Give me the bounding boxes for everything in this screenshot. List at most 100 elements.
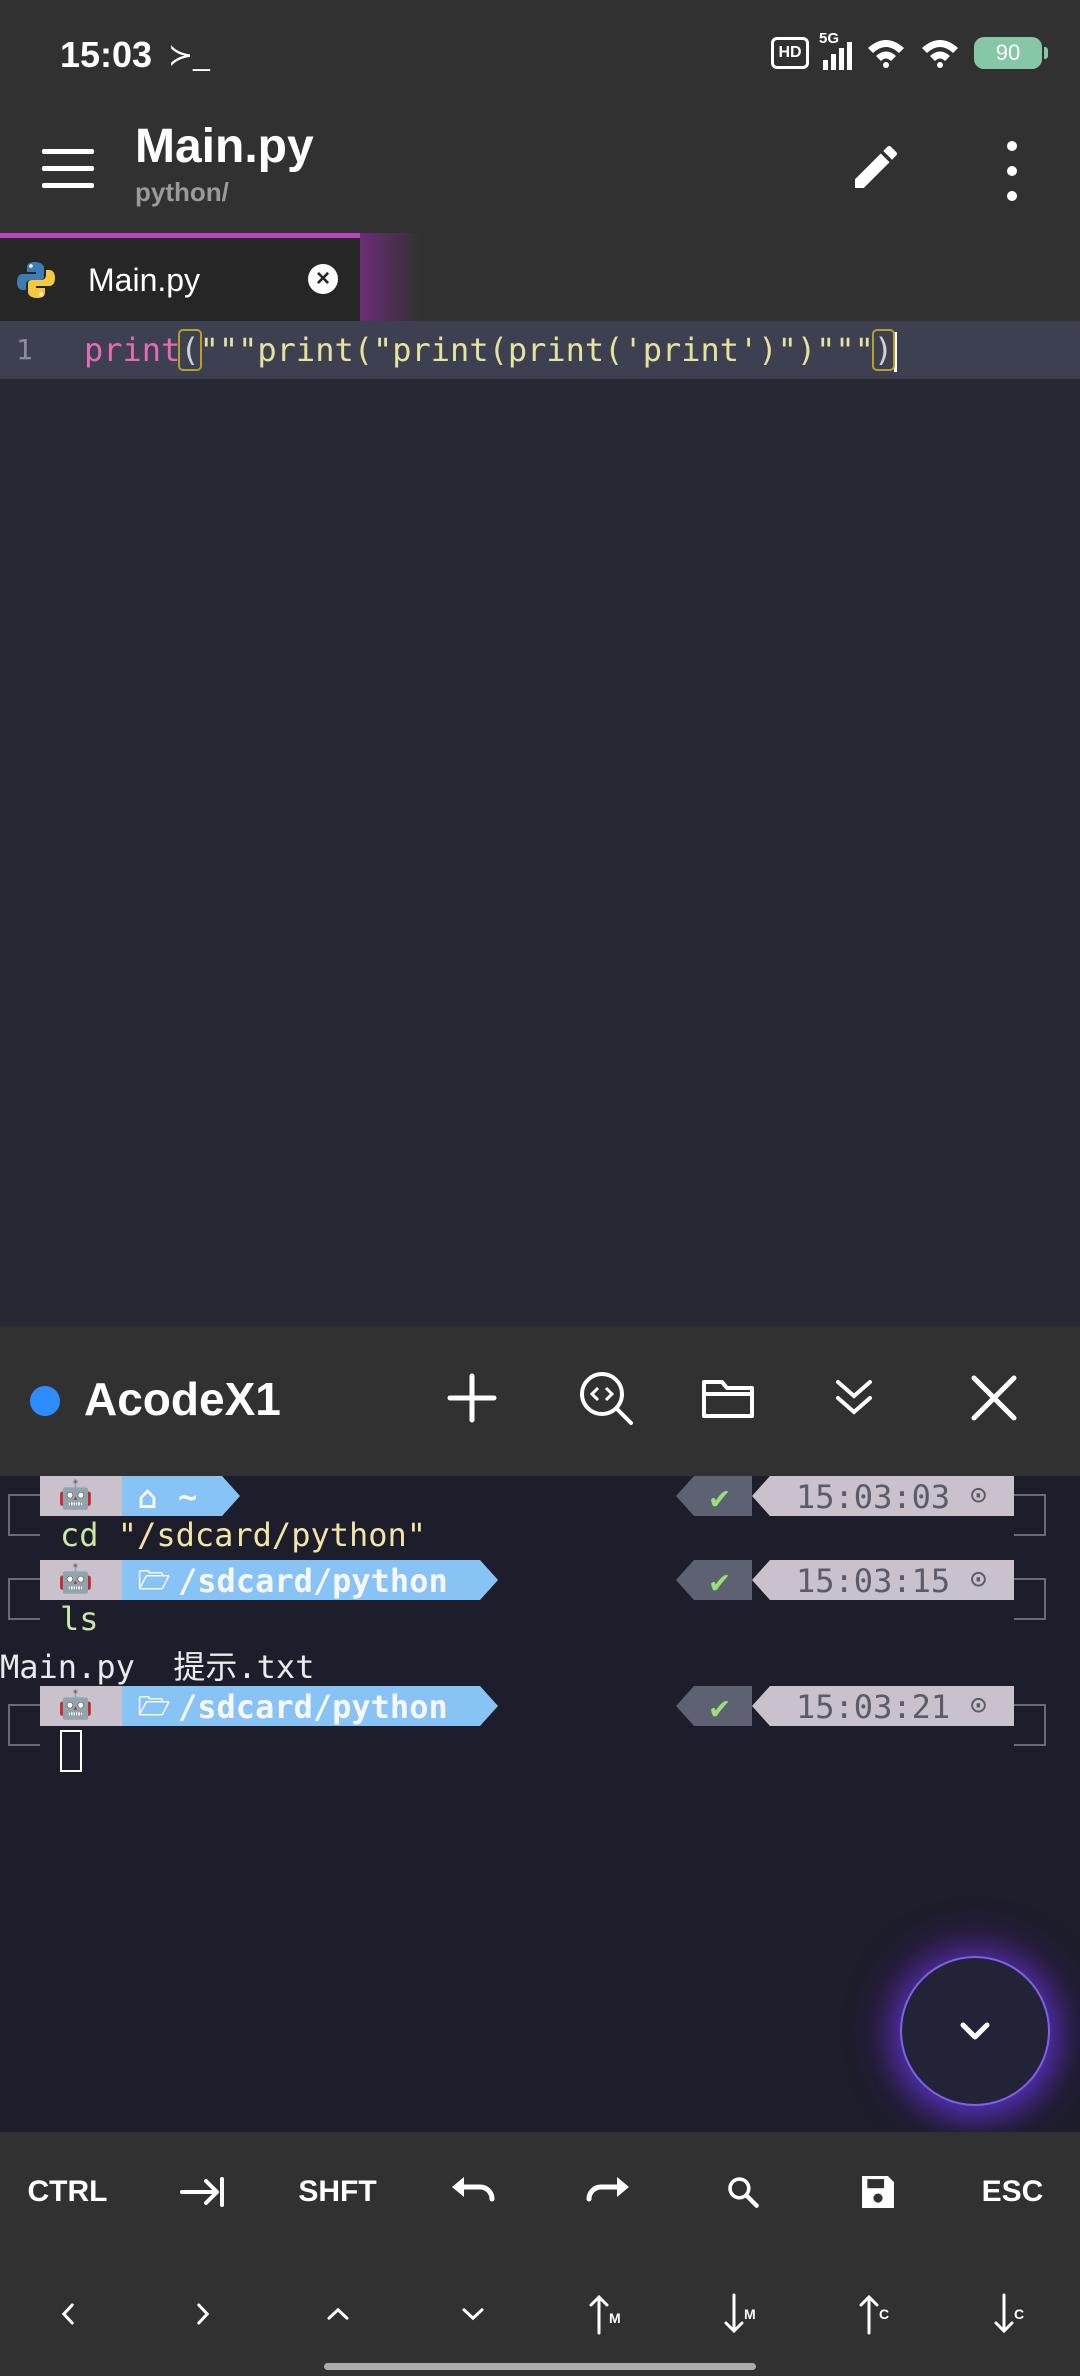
- prompt-path-segment: 🗁 /sdcard/python: [122, 1686, 480, 1726]
- prompt-time-segment: 15:03:21 ⊙: [770, 1686, 1014, 1726]
- arrow-right-key[interactable]: [135, 2254, 270, 2374]
- scroll-down-button[interactable]: [900, 1956, 1050, 2106]
- copy-down-icon: C: [994, 2293, 1024, 2334]
- copy-line-down-key[interactable]: C: [945, 2254, 1080, 2374]
- android-icon: 🤖: [58, 1562, 93, 1595]
- token-close-paren: ): [871, 329, 896, 371]
- ctrl-key[interactable]: CTRL: [0, 2132, 135, 2252]
- undo-key[interactable]: [405, 2132, 540, 2252]
- network-type: 5G: [819, 30, 840, 47]
- tab-label: Main.py: [88, 262, 201, 298]
- folder-icon[interactable]: [696, 1366, 760, 1430]
- command: ls: [60, 1600, 99, 1638]
- extra-keys: CTRL SHFT ESC M M C C: [0, 2132, 1080, 2376]
- clock-icon: ⊙: [970, 1478, 987, 1511]
- arrow-down-key[interactable]: [405, 2254, 540, 2374]
- more-options-icon[interactable]: [996, 141, 1028, 201]
- code-line-1[interactable]: 1 print("""print("print(print('print')")…: [0, 321, 1080, 379]
- prompt-path: /sdcard/python: [178, 1562, 448, 1600]
- tab-icon: [179, 2177, 224, 2207]
- page-title: Main.py: [135, 120, 314, 173]
- home-icon: ⌂: [138, 1478, 158, 1516]
- prompt-os-segment: 🤖: [40, 1476, 122, 1516]
- home-indicator[interactable]: [324, 2363, 756, 2370]
- signal-icon: 5G: [819, 30, 852, 70]
- svg-text:M: M: [744, 2306, 756, 2322]
- prompt-frame-left: [8, 1704, 40, 1746]
- arrow-left-key[interactable]: [0, 2254, 135, 2374]
- scroll-to-bottom-icon[interactable]: [822, 1366, 886, 1430]
- prompt-path: ~: [178, 1478, 198, 1516]
- shift-key[interactable]: SHFT: [270, 2132, 405, 2252]
- close-tab-icon[interactable]: ×: [308, 264, 338, 294]
- tab-glow: [360, 233, 420, 321]
- tab-main-py[interactable]: Main.py ×: [0, 233, 360, 321]
- android-icon: 🤖: [58, 1478, 93, 1511]
- move-down-icon: M: [724, 2293, 756, 2334]
- android-icon: 🤖: [58, 1688, 93, 1721]
- prompt-status: ✔: [694, 1476, 752, 1516]
- wifi-icon: [868, 40, 904, 68]
- code-search-icon[interactable]: [574, 1366, 638, 1430]
- python-icon: [17, 262, 55, 298]
- extra-keys-row-1: CTRL SHFT ESC: [0, 2132, 1080, 2252]
- command-line: ls: [60, 1600, 99, 1642]
- terminal-cursor: [60, 1730, 82, 1772]
- prompt-time: 15:03:15: [796, 1562, 951, 1600]
- esc-key[interactable]: ESC: [945, 2132, 1080, 2252]
- command: cd: [60, 1516, 99, 1554]
- terminal-notification-icon: ≻_: [168, 39, 210, 72]
- status-icons: HD 5G 90: [771, 30, 1048, 70]
- prompt-frame-left: [8, 1494, 40, 1536]
- copy-up-icon: C: [859, 2294, 889, 2335]
- token-open-paren: (: [178, 329, 202, 371]
- close-icon[interactable]: [962, 1366, 1026, 1430]
- move-up-icon: M: [589, 2294, 621, 2335]
- code-text[interactable]: print("""print("print(print('print')")""…: [84, 329, 898, 372]
- folder-icon: 🗁: [138, 1566, 171, 1596]
- chevron-down-icon: [960, 2022, 990, 2040]
- folder-icon: 🗁: [138, 1692, 171, 1722]
- menu-icon[interactable]: [42, 149, 94, 193]
- command-output: Main.py 提示.txt: [0, 1648, 315, 1686]
- prompt-os-segment: 🤖: [40, 1560, 122, 1600]
- redo-icon: [586, 2177, 629, 2202]
- terminal-title: AcodeX1: [84, 1373, 281, 1425]
- token-keyword: print: [84, 331, 181, 369]
- arrow-up-key[interactable]: [270, 2254, 405, 2374]
- svg-text:M: M: [609, 2310, 621, 2326]
- clock-icon: ⊙: [970, 1688, 987, 1721]
- prompt-status: ✔: [694, 1560, 752, 1600]
- clock-icon: ⊙: [970, 1562, 987, 1595]
- arrow-left-icon: [61, 2303, 74, 2325]
- arrow-up-icon: [327, 2307, 348, 2320]
- copy-line-up-key[interactable]: C: [810, 2254, 945, 2374]
- status-time: 15:03: [60, 34, 153, 75]
- tab-key[interactable]: [135, 2132, 270, 2252]
- prompt-status: ✔: [694, 1686, 752, 1726]
- svg-text:C: C: [879, 2306, 889, 2322]
- prompt-path-segment: 🗁 /sdcard/python: [122, 1560, 480, 1600]
- check-icon: ✔: [710, 1562, 730, 1600]
- terminal-status-dot: [30, 1386, 60, 1416]
- arrow-down-icon: [462, 2308, 483, 2321]
- search-icon: [727, 2177, 759, 2208]
- wifi-icon-secondary: [922, 40, 958, 68]
- page-subtitle: python/: [135, 177, 229, 207]
- move-line-down-key[interactable]: M: [675, 2254, 810, 2374]
- code-editor[interactable]: 1 print("""print("print(print('print')")…: [0, 321, 1080, 1326]
- search-key[interactable]: [675, 2132, 810, 2252]
- save-key[interactable]: [810, 2132, 945, 2252]
- redo-key[interactable]: [540, 2132, 675, 2252]
- move-line-up-key[interactable]: M: [540, 2254, 675, 2374]
- add-icon[interactable]: [440, 1366, 504, 1430]
- extra-keys-row-2: M M C C: [0, 2254, 1080, 2374]
- command-arg: "/sdcard/python": [117, 1516, 427, 1554]
- check-icon: ✔: [710, 1478, 730, 1516]
- prompt-time: 15:03:21: [796, 1688, 951, 1726]
- app-bar: Main.py python/: [0, 115, 1080, 233]
- terminal-header: AcodeX1: [0, 1326, 1080, 1476]
- pencil-icon[interactable]: [848, 139, 904, 195]
- undo-icon: [451, 2177, 494, 2202]
- line-number: 1: [16, 333, 33, 366]
